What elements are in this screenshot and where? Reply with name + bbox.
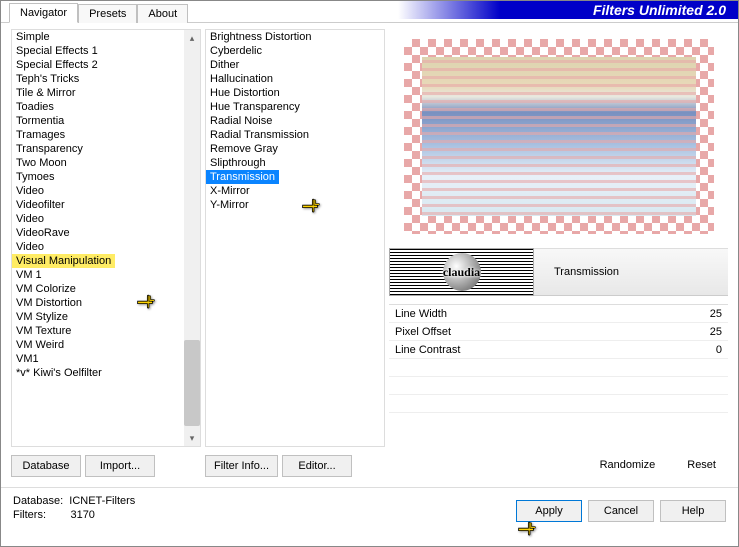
filter-item[interactable]: Dither <box>206 58 384 72</box>
filter-item[interactable]: Hue Distortion <box>206 86 384 100</box>
category-item[interactable]: Special Effects 1 <box>12 44 200 58</box>
filter-item[interactable]: Slipthrough <box>206 156 384 170</box>
filters-count-value: 3170 <box>70 509 94 521</box>
param-row-empty <box>389 377 728 395</box>
param-value: 25 <box>710 326 722 338</box>
category-item[interactable]: VM Texture <box>12 324 200 338</box>
tab-presets[interactable]: Presets <box>78 4 137 23</box>
parameters-table: Line Width 25 Pixel Offset 25 Line Contrast 0 <box>389 304 728 413</box>
help-button[interactable]: Help <box>660 500 726 522</box>
category-list[interactable]: SimpleSpecial Effects 1Special Effects 2… <box>11 29 201 447</box>
filters-count-label: Filters: <box>13 509 46 521</box>
scroll-up-button[interactable]: ▴ <box>184 30 200 46</box>
filter-item[interactable]: Y-Mirror <box>206 198 384 212</box>
category-item[interactable]: *v* Kiwi's Oelfilter <box>12 366 200 380</box>
category-item[interactable]: Tormentia <box>12 114 200 128</box>
category-item[interactable]: Simple <box>12 30 200 44</box>
category-item[interactable]: Teph's Tricks <box>12 72 200 86</box>
category-item[interactable]: VM 1 <box>12 268 200 282</box>
category-item[interactable]: Two Moon <box>12 156 200 170</box>
cancel-button[interactable]: Cancel <box>588 500 654 522</box>
category-item[interactable]: VM Stylize <box>12 310 200 324</box>
preview-image <box>404 39 714 234</box>
app-title: Filters Unlimited 2.0 <box>398 1 738 19</box>
category-item[interactable]: Toadies <box>12 100 200 114</box>
category-item[interactable]: VM Colorize <box>12 282 200 296</box>
logo-text: claudia <box>443 265 480 280</box>
category-item[interactable]: Tramages <box>12 128 200 142</box>
filter-item[interactable]: Radial Transmission <box>206 128 384 142</box>
category-item[interactable]: VM Distortion <box>12 296 200 310</box>
param-label: Line Width <box>395 308 447 320</box>
editor-button[interactable]: Editor... <box>282 455 352 477</box>
scrollbar-track[interactable]: ▴ ▾ <box>184 30 200 446</box>
filter-item[interactable]: Hallucination <box>206 72 384 86</box>
filter-item[interactable]: X-Mirror <box>206 184 384 198</box>
category-item[interactable]: Video <box>12 240 200 254</box>
db-value: ICNET-Filters <box>69 495 135 507</box>
category-item[interactable]: Transparency <box>12 142 200 156</box>
category-item[interactable]: Tile & Mirror <box>12 86 200 100</box>
category-item[interactable]: Video <box>12 212 200 226</box>
scrollbar-thumb[interactable] <box>184 340 200 426</box>
param-row-empty <box>389 395 728 413</box>
category-item[interactable]: Tymoes <box>12 170 200 184</box>
param-row[interactable]: Line Contrast 0 <box>389 341 728 359</box>
scroll-down-button[interactable]: ▾ <box>184 430 200 446</box>
param-label: Pixel Offset <box>395 326 451 338</box>
apply-button[interactable]: Apply <box>516 500 582 522</box>
db-label: Database: <box>13 495 63 507</box>
filter-item[interactable]: Transmission <box>206 170 279 184</box>
filter-item[interactable]: Hue Transparency <box>206 100 384 114</box>
filter-item[interactable]: Remove Gray <box>206 142 384 156</box>
filter-info-button[interactable]: Filter Info... <box>205 455 278 477</box>
footer-info: Database: ICNET-Filters Filters: 3170 <box>13 494 135 522</box>
tabs: Navigator Presets About <box>1 1 188 22</box>
category-item[interactable]: VideoRave <box>12 226 200 240</box>
filter-list[interactable]: Brightness DistortionCyberdelicDitherHal… <box>205 29 385 447</box>
category-item[interactable]: VM1 <box>12 352 200 366</box>
reset-button[interactable]: Reset <box>679 455 724 475</box>
category-item[interactable]: Video <box>12 184 200 198</box>
logo-image: claudia <box>389 248 534 296</box>
tab-navigator[interactable]: Navigator <box>9 3 78 23</box>
param-value: 25 <box>710 308 722 320</box>
category-item[interactable]: Special Effects 2 <box>12 58 200 72</box>
selected-filter-name: Transmission <box>534 248 728 296</box>
filter-item[interactable]: Cyberdelic <box>206 44 384 58</box>
param-label: Line Contrast <box>395 344 460 356</box>
param-row-empty <box>389 359 728 377</box>
param-row[interactable]: Line Width 25 <box>389 305 728 323</box>
param-row[interactable]: Pixel Offset 25 <box>389 323 728 341</box>
filter-item[interactable]: Radial Noise <box>206 114 384 128</box>
import-button[interactable]: Import... <box>85 455 155 477</box>
category-item[interactable]: Visual Manipulation <box>12 254 115 268</box>
tab-about[interactable]: About <box>137 4 188 23</box>
randomize-button[interactable]: Randomize <box>592 455 664 475</box>
category-item[interactable]: VM Weird <box>12 338 200 352</box>
database-button[interactable]: Database <box>11 455 81 477</box>
logo-block: claudia Transmission <box>389 248 728 296</box>
filter-item[interactable]: Brightness Distortion <box>206 30 384 44</box>
category-item[interactable]: Videofilter <box>12 198 200 212</box>
param-value: 0 <box>716 344 722 356</box>
